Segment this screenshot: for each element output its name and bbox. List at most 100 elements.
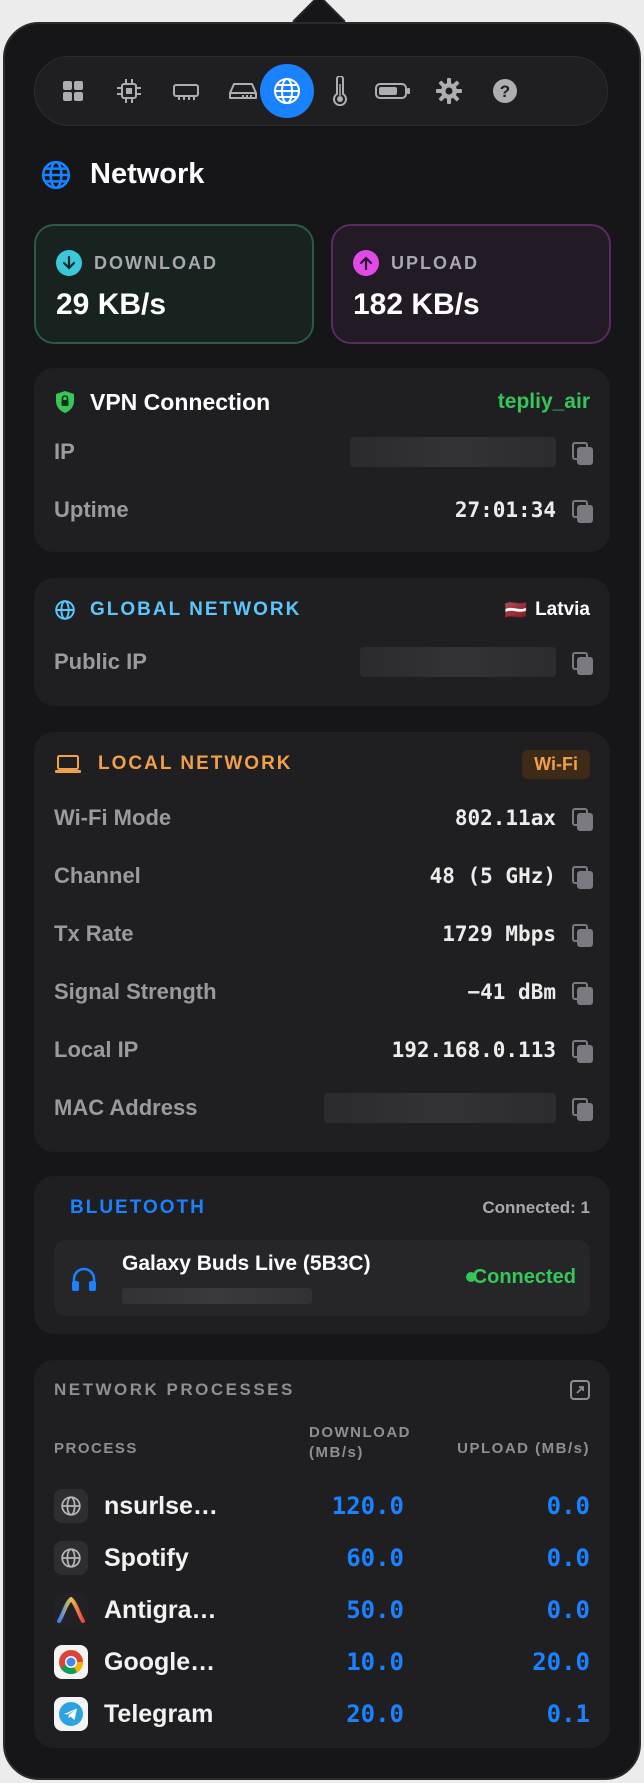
upload-card: UPLOAD 182 KB/s — [331, 224, 611, 344]
copy-icon[interactable] — [572, 1040, 593, 1063]
global-network-title: GLOBAL NETWORK — [90, 599, 302, 620]
tab-battery[interactable] — [366, 64, 420, 118]
download-card: DOWNLOAD 29 KB/s — [34, 224, 314, 344]
tab-cpu[interactable] — [102, 64, 156, 118]
system-globe-icon — [54, 1489, 88, 1523]
local-row-label: Signal Strength — [54, 979, 217, 1004]
process-download: 20.0 — [346, 1700, 404, 1728]
process-upload: 0.0 — [546, 1544, 590, 1572]
local-row-label: MAC Address — [54, 1095, 198, 1120]
local-row-value: −41 dBm — [467, 980, 556, 1004]
bluetooth-card: BLUETOOTH Connected: 1 Galaxy Buds Live … — [34, 1176, 610, 1334]
device-address-redacted — [122, 1288, 312, 1304]
connection-type-badge: Wi-Fi — [522, 749, 590, 779]
dashboard-grid-icon — [63, 81, 83, 101]
copy-icon[interactable] — [572, 500, 593, 523]
vpn-card: VPN Connection tepliy_air IP Uptime 27:0… — [34, 368, 610, 552]
processes-column-headers: PROCESS DOWNLOAD (MB/s) UPLOAD (MB/s) — [54, 1424, 590, 1474]
process-download: 50.0 — [346, 1596, 404, 1624]
processes-title: NETWORK PROCESSES — [54, 1380, 295, 1399]
country-flag: 🇱🇻 — [504, 599, 528, 620]
country-name: Latvia — [535, 599, 590, 620]
shield-lock-icon — [56, 391, 74, 413]
process-upload: 0.0 — [546, 1492, 590, 1520]
bluetooth-header: BLUETOOTH Connected: 1 — [54, 1188, 590, 1228]
tab-memory[interactable] — [159, 64, 213, 118]
tab-toolbar: ? — [34, 56, 608, 126]
copy-icon[interactable] — [572, 652, 593, 675]
svg-text:?: ? — [500, 82, 510, 101]
process-row[interactable]: Antigra… 50.0 0.0 — [54, 1590, 590, 1630]
telegram-app-icon — [54, 1697, 88, 1731]
chrome-app-icon — [54, 1645, 88, 1679]
copy-icon[interactable] — [572, 866, 593, 889]
download-arrow-icon — [56, 250, 82, 276]
tab-network[interactable] — [260, 64, 314, 118]
process-download: 10.0 — [346, 1648, 404, 1676]
local-row-value: 192.168.0.113 — [391, 1038, 556, 1062]
col-process: PROCESS — [54, 1440, 138, 1457]
tab-temperature[interactable] — [313, 64, 367, 118]
vpn-title: VPN Connection — [90, 388, 271, 415]
thermometer-icon — [333, 76, 347, 106]
upload-value: 182 KB/s — [353, 288, 480, 321]
vpn-ip-redacted — [350, 437, 556, 467]
local-row-label: Wi-Fi Mode — [54, 805, 172, 830]
process-upload: 0.1 — [546, 1700, 590, 1728]
local-row-value: 1729 Mbps — [442, 922, 556, 946]
bluetooth-device[interactable]: Galaxy Buds Live (5B3C) Connected — [54, 1240, 590, 1316]
headphones-icon — [72, 1267, 96, 1291]
download-header: DOWNLOAD — [56, 250, 218, 276]
process-row[interactable]: Spotify 60.0 0.0 — [54, 1538, 590, 1578]
antigravity-app-icon — [54, 1593, 88, 1627]
process-row[interactable]: Google… 10.0 20.0 — [54, 1642, 590, 1682]
bluetooth-connected-count: Connected: 1 — [482, 1198, 590, 1217]
local-row-label: Channel — [54, 863, 141, 888]
disk-drive-icon — [229, 83, 257, 99]
local-row-signal: Signal Strength −41 dBm — [54, 972, 593, 1012]
copy-icon[interactable] — [572, 982, 593, 1005]
global-network-card: GLOBAL NETWORK 🇱🇻 Latvia Public IP — [34, 578, 610, 706]
process-name: Antigra… — [104, 1595, 217, 1624]
local-network-title: LOCAL NETWORK — [98, 753, 293, 774]
gear-settings-icon — [436, 78, 462, 104]
local-row-mac: MAC Address — [54, 1088, 593, 1128]
local-network-header: LOCAL NETWORK Wi-Fi — [54, 744, 590, 784]
process-download: 60.0 — [346, 1544, 404, 1572]
open-external-icon[interactable] — [570, 1380, 590, 1400]
copy-icon[interactable] — [572, 924, 593, 947]
tab-settings[interactable] — [422, 64, 476, 118]
copy-icon[interactable] — [572, 808, 593, 831]
process-name: Google… — [104, 1647, 216, 1676]
copy-icon[interactable] — [572, 442, 593, 465]
local-row-wifi-mode: Wi-Fi Mode 802.11ax — [54, 798, 593, 838]
tab-help[interactable]: ? — [478, 64, 532, 118]
process-name: nsurlse… — [104, 1491, 218, 1520]
process-row[interactable]: nsurlse… 120.0 0.0 — [54, 1486, 590, 1526]
process-name: Spotify — [104, 1543, 189, 1572]
download-value: 29 KB/s — [56, 288, 167, 321]
globe-network-icon — [41, 160, 71, 189]
battery-icon — [375, 83, 410, 99]
local-row-channel: Channel 48 (5 GHz) — [54, 856, 593, 896]
local-row-label: Tx Rate — [54, 921, 134, 946]
bluetooth-device-name: Galaxy Buds Live (5B3C) — [122, 1252, 371, 1275]
copy-icon[interactable] — [572, 1098, 593, 1121]
tab-dashboard[interactable] — [46, 64, 100, 118]
process-upload: 20.0 — [532, 1648, 590, 1676]
local-row-local-ip: Local IP 192.168.0.113 — [54, 1030, 593, 1070]
public-ip-redacted — [360, 647, 556, 677]
local-network-card: LOCAL NETWORK Wi-Fi Wi-Fi Mode 802.11ax … — [34, 732, 610, 1152]
laptop-icon — [55, 755, 81, 773]
process-row[interactable]: Telegram 20.0 0.1 — [54, 1694, 590, 1734]
process-name: Telegram — [104, 1699, 214, 1728]
public-ip-label: Public IP — [54, 649, 147, 674]
vpn-ip-label: IP — [54, 439, 75, 464]
vpn-name: tepliy_air — [497, 390, 590, 413]
upload-header: UPLOAD — [353, 250, 479, 276]
upload-arrow-icon — [353, 250, 379, 276]
network-processes-card: NETWORK PROCESSES PROCESS DOWNLOAD (MB/s… — [34, 1360, 610, 1748]
vpn-uptime-value: 27:01:34 — [454, 498, 556, 522]
globe-network-icon — [274, 78, 300, 104]
vpn-uptime-row: Uptime 27:01:34 — [54, 490, 593, 530]
